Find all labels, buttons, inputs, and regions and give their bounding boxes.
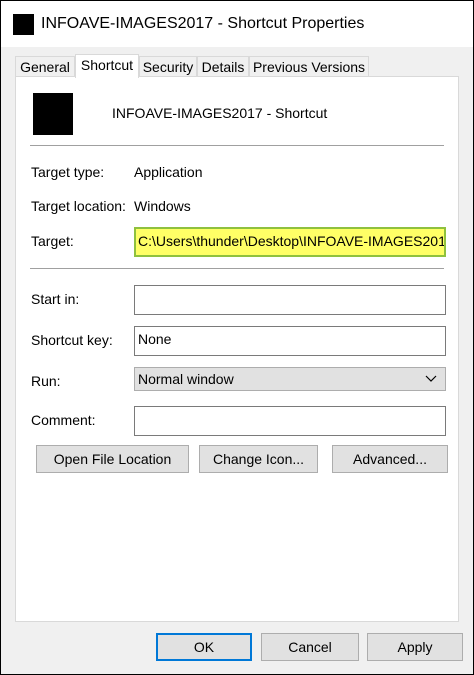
- shortcut-app-icon: [13, 14, 34, 35]
- run-selected-value: Normal window: [138, 371, 234, 387]
- properties-dialog: INFOAVE-IMAGES2017 - Shortcut Properties…: [0, 0, 474, 675]
- target-input[interactable]: C:\Users\thunder\Desktop\INFOAVE-IMAGES2…: [134, 227, 446, 257]
- window-title: INFOAVE-IMAGES2017 - Shortcut Properties: [41, 15, 365, 32]
- tab-general[interactable]: General: [15, 56, 75, 76]
- shortcut-tab-panel: INFOAVE-IMAGES2017 - Shortcut Target typ…: [15, 76, 459, 622]
- shortcut-large-icon: [33, 93, 73, 135]
- cancel-button[interactable]: Cancel: [261, 633, 359, 661]
- target-location-label: Target location:: [31, 198, 126, 214]
- target-type-label: Target type:: [31, 164, 105, 180]
- tab-previous-versions[interactable]: Previous Versions: [249, 56, 369, 76]
- open-file-location-button[interactable]: Open File Location: [36, 445, 189, 473]
- change-icon-button[interactable]: Change Icon...: [199, 445, 318, 473]
- shortcut-key-input[interactable]: None: [134, 326, 446, 356]
- divider-top: [30, 145, 444, 146]
- target-type-value: Application: [134, 164, 203, 180]
- comment-label: Comment:: [31, 412, 96, 428]
- advanced-button[interactable]: Advanced...: [332, 445, 448, 473]
- shortcut-key-label: Shortcut key:: [31, 332, 113, 348]
- chevron-down-icon: [425, 368, 437, 390]
- apply-button[interactable]: Apply: [367, 633, 463, 661]
- title-bar[interactable]: INFOAVE-IMAGES2017 - Shortcut Properties: [1, 1, 473, 47]
- run-select[interactable]: Normal window: [134, 367, 446, 391]
- run-label: Run:: [31, 373, 61, 389]
- start-in-label: Start in:: [31, 291, 80, 307]
- target-location-value: Windows: [134, 198, 191, 214]
- tab-details[interactable]: Details: [197, 56, 249, 76]
- ok-button[interactable]: OK: [156, 633, 252, 661]
- shortcut-name: INFOAVE-IMAGES2017 - Shortcut: [112, 105, 328, 121]
- divider-middle: [30, 268, 444, 269]
- comment-input[interactable]: [134, 406, 446, 436]
- tab-security[interactable]: Security: [139, 56, 197, 76]
- target-label: Target:: [31, 233, 74, 249]
- tab-shortcut[interactable]: Shortcut: [75, 54, 139, 78]
- start-in-input[interactable]: [134, 285, 446, 315]
